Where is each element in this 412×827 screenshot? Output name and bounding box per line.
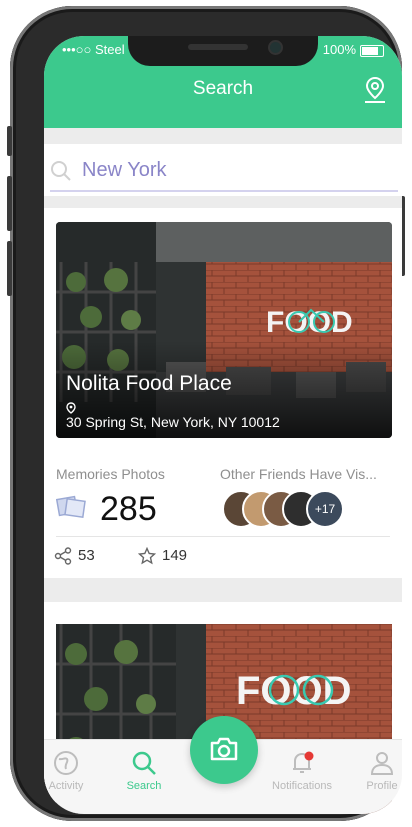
search-bar xyxy=(44,144,402,196)
search-icon xyxy=(132,751,156,775)
tab-search-label: Search xyxy=(126,780,162,792)
notification-dot xyxy=(304,751,314,761)
place-photo[interactable]: FOOD Nolita Food Place 30 Spring St, New… xyxy=(56,222,392,438)
device-notch xyxy=(128,36,318,66)
tab-activity-label: Activity xyxy=(48,780,84,792)
tab-bar: Activity Search Notifications Profile xyxy=(44,716,402,814)
search-input[interactable] xyxy=(80,158,384,183)
mute-switch xyxy=(7,126,12,156)
tab-profile-label: Profile xyxy=(366,780,398,792)
place-address: 30 Spring St, New York, NY 10012 xyxy=(66,402,280,430)
tab-notifications[interactable]: Notifications xyxy=(266,750,338,792)
tab-profile[interactable]: Profile xyxy=(346,750,402,792)
more-friends-badge[interactable]: +17 xyxy=(306,490,344,528)
bell-icon xyxy=(293,751,314,773)
place-card[interactable]: FOOD Nolita Food Place 30 Spring St, New… xyxy=(44,208,402,578)
front-camera xyxy=(270,42,281,53)
tab-activity[interactable]: Activity xyxy=(44,750,102,792)
location-pin-button[interactable] xyxy=(362,76,388,104)
person-icon xyxy=(370,752,394,775)
place-name: Nolita Food Place xyxy=(66,372,232,395)
battery-icon xyxy=(360,45,384,57)
friends-avatars[interactable]: +17 xyxy=(222,490,382,528)
place-address-text: 30 Spring St, New York, NY 10012 xyxy=(66,414,280,430)
tab-notifications-label: Notifications xyxy=(272,780,332,792)
volume-down-button xyxy=(7,241,12,296)
search-icon xyxy=(51,161,71,181)
star-icon xyxy=(137,546,157,565)
tab-search[interactable]: Search xyxy=(108,750,180,792)
share-icon xyxy=(54,547,72,565)
phone-frame: •••○○ Steel 100% Search New York Nolita … xyxy=(7,6,405,821)
memories-label: Memories Photos xyxy=(56,466,165,482)
share-count: 53 xyxy=(78,547,95,564)
card-divider xyxy=(56,536,390,537)
camera-icon xyxy=(210,737,238,761)
app-screen: •••○○ Steel 100% Search New York Nolita … xyxy=(44,36,402,814)
battery-percent: 100% xyxy=(322,42,356,57)
camera-button[interactable] xyxy=(190,716,258,784)
globe-icon xyxy=(54,751,78,775)
friends-label: Other Friends Have Vis... xyxy=(220,466,377,482)
volume-up-button xyxy=(7,176,12,231)
search-underline xyxy=(50,190,398,192)
share-button[interactable]: 53 xyxy=(54,546,95,566)
star-button[interactable]: 149 xyxy=(137,546,188,566)
carrier-label: •••○○ Steel xyxy=(62,42,125,57)
photo-album-icon xyxy=(56,495,86,519)
page-title: Search xyxy=(192,78,254,99)
food-sign-text: FOOD xyxy=(236,669,352,713)
memories-count[interactable]: 285 xyxy=(100,490,157,529)
app-header: •••○○ Steel 100% Search xyxy=(44,36,402,128)
location-pin-icon xyxy=(365,76,385,103)
star-count: 149 xyxy=(162,547,188,564)
speaker-grille xyxy=(188,44,248,50)
address-pin-icon xyxy=(66,402,76,414)
